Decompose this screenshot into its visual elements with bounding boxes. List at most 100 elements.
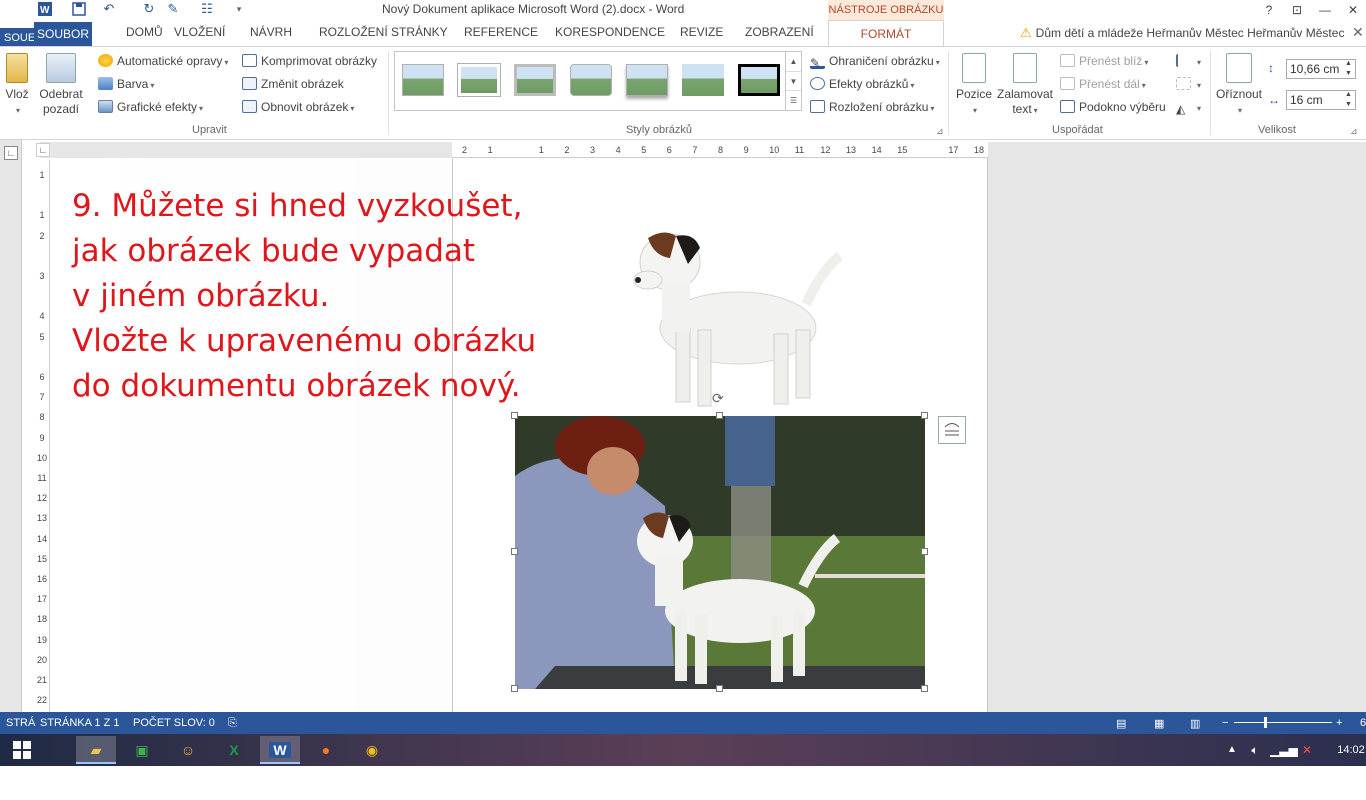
taskbar-file-explorer[interactable]: ▰ xyxy=(76,736,116,764)
layout-options-button[interactable] xyxy=(938,416,966,444)
undo-icon[interactable]: ↶ xyxy=(100,1,118,17)
format-painter-icon[interactable]: ✎ xyxy=(164,1,182,17)
tab-design[interactable]: NÁVRH xyxy=(250,25,292,39)
resize-handle-bottom-right[interactable] xyxy=(921,685,928,692)
taskbar-app-face[interactable]: ☺ xyxy=(168,736,208,764)
tab-references[interactable]: REFERENCE xyxy=(464,25,538,39)
gallery-scroll[interactable]: ▲ ▼ ☰ xyxy=(785,52,801,110)
read-mode-icon[interactable]: ▤ xyxy=(1116,717,1126,730)
tab-home[interactable]: DOMŮ xyxy=(126,25,163,39)
tab-review[interactable]: REVIZE xyxy=(680,25,723,39)
styles-dialog-launcher-icon[interactable]: ⊿ xyxy=(936,126,944,137)
save-icon[interactable] xyxy=(70,1,88,17)
vertical-ruler[interactable]: 1 1 2 3 4 5 6 7 8 9 10 11 12 13 14 15 16 17 18 19 20 21 22 xyxy=(34,160,50,712)
resize-handle-top[interactable] xyxy=(716,412,723,419)
size-dialog-launcher-icon[interactable]: ⊿ xyxy=(1350,126,1358,137)
horizontal-ruler[interactable]: 2 1 1 2 3 4 5 6 7 8 9 10 11 12 13 14 15 17 18 xyxy=(452,142,988,158)
gallery-down-icon[interactable]: ▼ xyxy=(786,71,801,90)
picture-style-thumb[interactable] xyxy=(570,64,612,96)
taskbar-firefox[interactable]: ● xyxy=(306,736,346,764)
account-info[interactable]: ⚠ Dům dětí a mládeže Heřmanův Městec Heřm… xyxy=(1020,25,1344,41)
resize-handle-bottom[interactable] xyxy=(716,685,723,692)
tray-chevron-icon[interactable]: ▲ xyxy=(1222,736,1242,764)
tab-format[interactable]: FORMÁT xyxy=(828,20,944,47)
crop-button[interactable]: Oříznout ▾ xyxy=(1214,53,1264,118)
picture-style-thumb[interactable] xyxy=(626,64,668,96)
insert-button-partial[interactable]: Vlož ▾ xyxy=(0,53,34,118)
bring-forward-button[interactable]: Přenést blíž ▾ xyxy=(1060,54,1148,68)
ribbon-display-options-button[interactable]: ⊡ xyxy=(1284,0,1310,20)
zoom-level-partial[interactable]: 6 xyxy=(1360,717,1366,729)
compress-pictures-button[interactable]: Komprimovat obrázky xyxy=(242,54,377,68)
tab-insert[interactable]: VLOŽENÍ xyxy=(174,25,225,39)
resize-handle-top-left[interactable] xyxy=(511,412,518,419)
network-icon[interactable]: ▁▃▅ xyxy=(1270,736,1298,764)
corrections-button[interactable]: Automatické opravy ▾ xyxy=(98,54,228,68)
zoom-slider-thumb[interactable] xyxy=(1264,717,1267,728)
minimize-button[interactable]: — xyxy=(1312,0,1338,20)
start-button[interactable] xyxy=(2,736,42,764)
redo-icon[interactable]: ↻ xyxy=(140,1,158,17)
taskbar-chrome[interactable]: ◉ xyxy=(352,736,392,764)
rotate-handle-icon[interactable]: ⟳ xyxy=(712,390,724,407)
change-picture-button[interactable]: Změnit obrázek xyxy=(242,77,344,91)
word-count[interactable]: POČET SLOV: 0 xyxy=(133,717,215,729)
resize-handle-left[interactable] xyxy=(511,548,518,555)
zoom-in-icon[interactable]: + xyxy=(1336,717,1342,729)
print-layout-icon[interactable]: ▦ xyxy=(1154,717,1164,730)
rotate-button[interactable]: ◭ ▾ xyxy=(1176,100,1201,116)
gallery-up-icon[interactable]: ▲ xyxy=(786,52,801,71)
send-backward-button[interactable]: Přenést dál ▾ xyxy=(1060,77,1146,91)
color-button[interactable]: Barva ▾ xyxy=(98,77,154,91)
picture-style-thumb[interactable] xyxy=(458,64,500,96)
artistic-effects-button[interactable]: Grafické efekty ▾ xyxy=(98,100,203,114)
height-spinner-icon[interactable]: ▲ ▼ xyxy=(1345,59,1352,79)
picture-styles-gallery[interactable]: ▲ ▼ ☰ xyxy=(394,51,802,111)
notification-icon[interactable]: ✕ xyxy=(1296,736,1318,764)
taskbar-app-green[interactable]: ▣ xyxy=(122,736,162,764)
customize-qat-chevron-icon[interactable]: ▾ xyxy=(230,1,248,17)
picture-border-button[interactable]: ✎ Ohraničení obrázku ▾ xyxy=(810,54,940,70)
group-objects-button[interactable]: ▾ xyxy=(1176,77,1201,91)
picture-style-thumb[interactable] xyxy=(738,64,780,96)
ruler-tick-label: 8 xyxy=(39,412,45,423)
close-pane-icon[interactable]: ✕ xyxy=(1352,24,1364,41)
width-spinner-icon[interactable]: ▲ ▼ xyxy=(1345,90,1352,110)
picture-layout-button[interactable]: Rozložení obrázku ▾ xyxy=(810,100,934,114)
tab-file[interactable]: SOUBOR xyxy=(34,22,92,46)
reset-picture-button[interactable]: Obnovit obrázek ▾ xyxy=(242,100,354,114)
close-button[interactable]: ✕ xyxy=(1340,0,1366,20)
tab-selector-icon[interactable]: ∟ xyxy=(4,146,18,160)
tab-page-layout[interactable]: ROZLOŽENÍ STRÁNKY xyxy=(319,25,448,39)
resize-handle-top-right[interactable] xyxy=(921,412,928,419)
clock[interactable]: 14:02 xyxy=(1336,736,1366,764)
selection-pane-button[interactable]: Podokno výběru xyxy=(1060,100,1166,114)
tab-file-partial[interactable]: SOUE xyxy=(0,28,36,48)
resize-handle-bottom-left[interactable] xyxy=(511,685,518,692)
align-button[interactable]: ▾ xyxy=(1176,54,1201,68)
web-layout-icon[interactable]: ▥ xyxy=(1190,717,1200,730)
picture-style-thumb[interactable] xyxy=(402,64,444,96)
tab-mailings[interactable]: KORESPONDENCE xyxy=(555,25,665,39)
picture-effects-button[interactable]: Efekty obrázků ▾ xyxy=(810,77,914,91)
volume-icon[interactable]: 🔈︎ xyxy=(1244,736,1266,764)
zoom-out-icon[interactable]: − xyxy=(1222,717,1228,729)
help-button[interactable]: ? xyxy=(1256,0,1282,20)
picture-style-thumb[interactable] xyxy=(682,64,724,96)
proofing-icon[interactable]: ⎘ xyxy=(228,717,237,730)
picture-style-thumb[interactable] xyxy=(514,64,556,96)
gallery-more-icon[interactable]: ☰ xyxy=(786,90,801,109)
photo-with-dog-picture[interactable] xyxy=(515,416,925,689)
page-count[interactable]: STRÁNKA 1 Z 1 xyxy=(40,717,119,729)
wrap-text-button[interactable]: Zalamovat text ▾ xyxy=(996,53,1054,118)
taskbar-word[interactable]: W xyxy=(260,736,300,764)
zoom-slider[interactable] xyxy=(1234,722,1332,723)
resize-handle-right[interactable] xyxy=(921,548,928,555)
taskbar-excel[interactable]: X xyxy=(214,736,254,764)
tab-view[interactable]: ZOBRAZENÍ xyxy=(745,25,814,39)
ruler-tick-label: 13 xyxy=(846,145,857,155)
remove-background-button[interactable]: Odebrat pozadí xyxy=(36,53,86,117)
quick-access-icon[interactable]: ☷ xyxy=(198,1,216,17)
dog-cutout-picture[interactable] xyxy=(618,218,848,412)
position-button[interactable]: Pozice ▾ xyxy=(954,53,994,118)
